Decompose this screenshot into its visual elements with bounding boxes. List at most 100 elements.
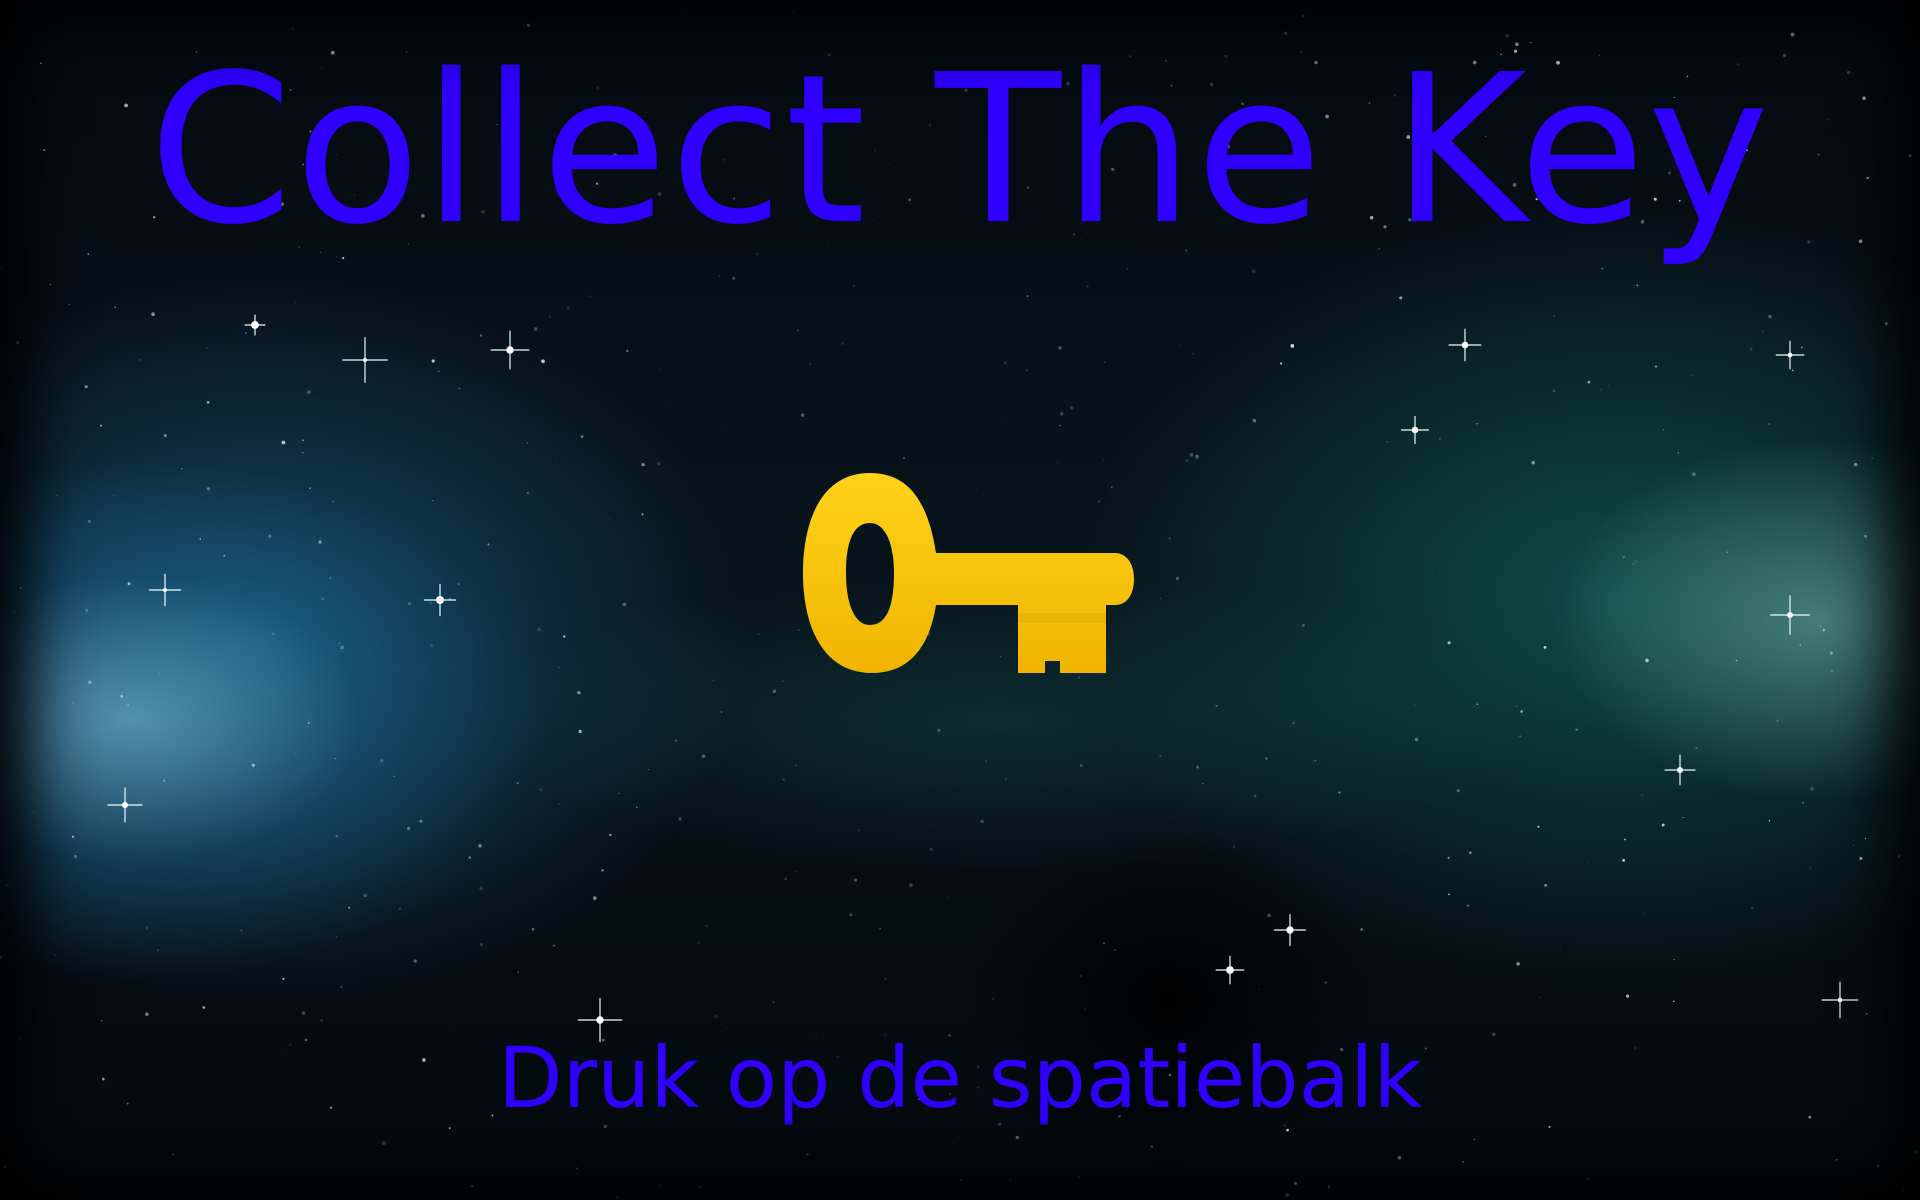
star-speck — [566, 306, 570, 310]
star-speck — [1290, 344, 1295, 348]
star-speck — [1402, 849, 1404, 851]
star-speck — [1168, 537, 1171, 540]
star-speck — [120, 694, 124, 698]
sparkle-star — [148, 573, 182, 607]
star-speck — [808, 362, 812, 365]
game-title: Collect The Key — [148, 30, 1772, 270]
star-speck — [929, 847, 933, 851]
star-speck — [114, 306, 116, 309]
star-speck — [1386, 440, 1389, 443]
star-speck — [329, 576, 332, 580]
star-speck — [307, 721, 310, 725]
star-speck — [1456, 789, 1460, 793]
sparkle-star — [1401, 416, 1429, 444]
star-speck — [320, 1018, 324, 1022]
star-speck — [558, 666, 560, 668]
star-speck — [1476, 423, 1478, 425]
star-speck — [223, 554, 226, 557]
star-speck — [336, 936, 338, 938]
star-speck — [85, 609, 89, 612]
sparkle-star — [1770, 595, 1810, 635]
star-speck — [884, 977, 887, 980]
star-speck — [419, 819, 423, 823]
star-speck — [1252, 418, 1257, 423]
star-speck — [202, 1006, 206, 1009]
star-speck — [1114, 949, 1116, 951]
star-speck — [457, 583, 460, 586]
star-speck — [732, 276, 736, 280]
star-speck — [321, 597, 325, 601]
star-speck — [502, 1195, 503, 1196]
star-speck — [1799, 644, 1801, 646]
star-speck — [713, 1014, 718, 1019]
star-speck — [1864, 534, 1868, 538]
star-speck — [782, 778, 785, 781]
star-speck — [1469, 851, 1472, 855]
star-speck — [163, 433, 167, 438]
star-speck — [1760, 492, 1762, 494]
star-speck — [406, 826, 411, 831]
star-speck — [307, 390, 311, 394]
star-speck — [1897, 855, 1901, 858]
star-speck — [1079, 764, 1083, 767]
star-speck — [1587, 380, 1591, 384]
star-speck — [577, 691, 581, 695]
star-speck — [1189, 453, 1194, 457]
star-speck — [718, 275, 721, 278]
star-speck — [1749, 347, 1753, 351]
star-speck — [1531, 461, 1535, 465]
star-speck — [302, 452, 304, 454]
star-speck — [1543, 646, 1547, 649]
star-speck — [301, 1011, 306, 1015]
star-speck — [649, 907, 651, 909]
star-speck — [852, 284, 856, 287]
star-speck — [206, 401, 210, 404]
star-speck — [1768, 820, 1771, 822]
sparkle-star — [1448, 328, 1482, 362]
star-speck — [487, 543, 490, 546]
star-speck — [1655, 365, 1657, 368]
star-speck — [792, 11, 794, 14]
star-speck — [772, 1000, 775, 1004]
star-speck — [636, 806, 638, 808]
star-speck — [127, 704, 129, 706]
star-speck — [641, 513, 644, 516]
star-speck — [1201, 782, 1204, 785]
star-speck — [795, 764, 798, 767]
star-speck — [139, 359, 141, 361]
star-speck — [1086, 285, 1089, 288]
star-speck — [1294, 1181, 1298, 1185]
star-speck — [1473, 1138, 1476, 1141]
star-speck — [199, 538, 202, 540]
star-speck — [338, 642, 340, 644]
star-speck — [1645, 658, 1649, 663]
star-speck — [1431, 571, 1433, 573]
star-speck — [84, 385, 88, 389]
star-speck — [1902, 1189, 1905, 1192]
star-speck — [857, 829, 861, 832]
star-speck — [823, 930, 826, 932]
star-speck — [1195, 454, 1199, 459]
star-speck — [1726, 551, 1728, 553]
star-speck — [432, 500, 434, 502]
star-speck — [902, 456, 906, 459]
star-speck — [853, 878, 858, 882]
star-speck — [1559, 949, 1561, 951]
star-speck — [526, 442, 528, 444]
star-speck — [271, 632, 275, 636]
star-speck — [407, 602, 411, 606]
star-speck — [1159, 597, 1162, 600]
star-speck — [526, 491, 530, 495]
star-speck — [1232, 845, 1236, 848]
star-speck — [49, 283, 52, 285]
star-speck — [1877, 1165, 1880, 1167]
star-speck — [1059, 424, 1061, 427]
star-speck — [1399, 296, 1403, 300]
star-speck — [618, 792, 620, 794]
star-speck — [1324, 981, 1327, 984]
key-icon — [803, 473, 1134, 673]
game-screen[interactable]: Collect The Key Druk op de spatiebalk — [0, 0, 1920, 1200]
star-speck — [12, 611, 16, 615]
star-speck — [318, 399, 320, 401]
star-speck — [1608, 384, 1609, 386]
